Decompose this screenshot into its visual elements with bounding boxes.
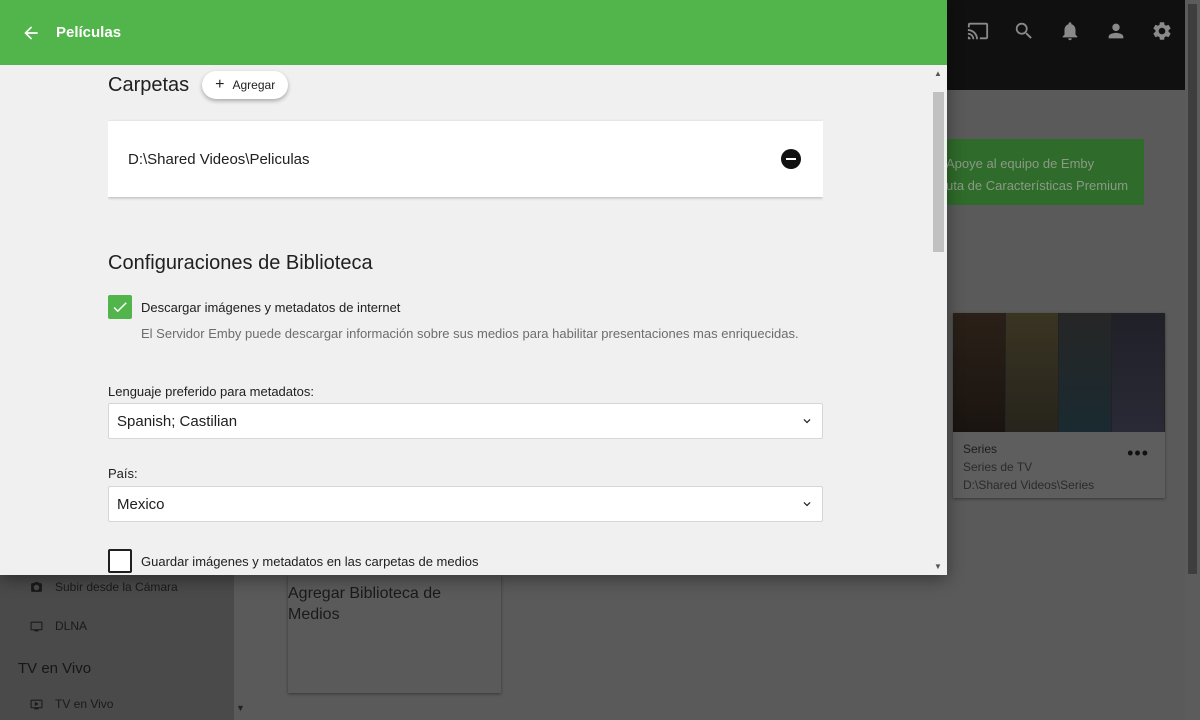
sidebar-item-live-tv[interactable]: TV en Vivo bbox=[30, 697, 113, 711]
download-metadata-option[interactable]: Descargar imágenes y metadatos de intern… bbox=[108, 295, 400, 319]
cast-icon[interactable] bbox=[965, 18, 991, 44]
sidebar-item-camera-upload[interactable]: Subir desde la Cámara bbox=[30, 580, 178, 594]
dialog-header: Películas bbox=[0, 0, 947, 65]
sidebar-scroll-down-icon[interactable]: ▼ bbox=[236, 703, 245, 713]
metadata-language-select[interactable]: Spanish; Castilian bbox=[108, 403, 823, 439]
save-local-metadata-checkbox[interactable] bbox=[108, 549, 132, 573]
remove-folder-button[interactable] bbox=[781, 149, 801, 169]
more-options-icon[interactable]: ••• bbox=[1127, 444, 1149, 462]
add-folder-button[interactable]: + Agregar bbox=[202, 71, 289, 99]
premium-promo-button[interactable]: Apoye al equipo de Emby uta de Caracterí… bbox=[930, 139, 1144, 205]
series-library-card[interactable]: Series Series de TV D:\Shared Videos\Ser… bbox=[953, 313, 1165, 498]
check-icon bbox=[113, 302, 127, 313]
user-icon[interactable] bbox=[1103, 18, 1129, 44]
sidebar-heading-live-tv: TV en Vivo bbox=[18, 660, 92, 677]
scroll-up-icon[interactable]: ▲ bbox=[934, 69, 942, 78]
minus-icon bbox=[786, 158, 796, 160]
arrow-back-icon bbox=[24, 25, 38, 40]
bell-icon[interactable] bbox=[1057, 18, 1083, 44]
add-library-line-2: Medios bbox=[288, 606, 340, 623]
sidebar-item-label: TV en Vivo bbox=[55, 697, 114, 711]
download-metadata-label: Descargar imágenes y metadatos de intern… bbox=[141, 300, 401, 315]
folder-path: D:\Shared Videos\Peliculas bbox=[128, 150, 310, 168]
save-local-metadata-label: Guardar imágenes y metadatos en las carp… bbox=[141, 554, 479, 569]
scroll-down-icon[interactable]: ▼ bbox=[934, 562, 942, 571]
country-select[interactable]: Mexico bbox=[108, 486, 823, 522]
save-local-metadata-option[interactable]: Guardar imágenes y metadatos en las carp… bbox=[108, 549, 478, 573]
promo-line-2: uta de Características Premium bbox=[946, 178, 1129, 193]
page-scrollbar-thumb[interactable] bbox=[1188, 4, 1197, 574]
dialog-title: Películas bbox=[56, 24, 122, 41]
plus-icon: + bbox=[215, 76, 225, 93]
download-metadata-description: El Servidor Emby puede descargar informa… bbox=[141, 326, 799, 341]
metadata-language-value: Spanish; Castilian bbox=[117, 412, 238, 430]
library-settings-heading: Configuraciones de Biblioteca bbox=[108, 252, 373, 274]
download-metadata-checkbox[interactable] bbox=[108, 295, 132, 319]
dialog-body: Carpetas + Agregar D:\Shared Videos\Peli… bbox=[108, 65, 823, 575]
camera-icon bbox=[31, 581, 42, 592]
promo-line-1: Apoye al equipo de Emby bbox=[946, 156, 1095, 171]
folder-item[interactable]: D:\Shared Videos\Peliculas bbox=[108, 121, 823, 197]
dlna-icon bbox=[30, 621, 43, 631]
search-icon[interactable] bbox=[1011, 18, 1037, 44]
dialog-scrollbar-thumb[interactable] bbox=[933, 92, 944, 252]
sidebar-item-label: DLNA bbox=[55, 619, 88, 633]
country-value: Mexico bbox=[117, 495, 165, 513]
library-dialog: Películas Carpetas + Agregar D:\Shared V… bbox=[0, 0, 947, 575]
sidebar-item-dlna[interactable]: DLNA bbox=[30, 619, 87, 633]
series-thumbnail[interactable] bbox=[953, 313, 1165, 432]
back-button[interactable] bbox=[16, 18, 46, 48]
add-folder-label: Agregar bbox=[232, 78, 276, 92]
folders-heading: Carpetas bbox=[108, 73, 190, 96]
gear-icon[interactable] bbox=[1149, 18, 1175, 44]
metadata-language-label: Lenguaje preferido para metadatos: bbox=[108, 384, 314, 399]
chevron-down-icon bbox=[803, 502, 811, 507]
country-label: País: bbox=[108, 466, 138, 481]
folders-header: Carpetas + Agregar bbox=[108, 71, 289, 99]
tv-icon bbox=[30, 699, 43, 709]
page-scrollbar[interactable] bbox=[1185, 0, 1200, 720]
dialog-scrollbar[interactable]: ▲ ▼ bbox=[930, 65, 947, 575]
add-library-line-1: Agregar Biblioteca de bbox=[288, 585, 441, 602]
chevron-down-icon bbox=[803, 419, 811, 424]
series-path: D:\Shared Videos\Series bbox=[963, 478, 1095, 492]
top-icons bbox=[965, 18, 1175, 44]
add-media-library-card[interactable]: Agregar Biblioteca de Medios bbox=[288, 575, 501, 693]
sidebar-item-label: Subir desde la Cámara bbox=[55, 580, 178, 594]
